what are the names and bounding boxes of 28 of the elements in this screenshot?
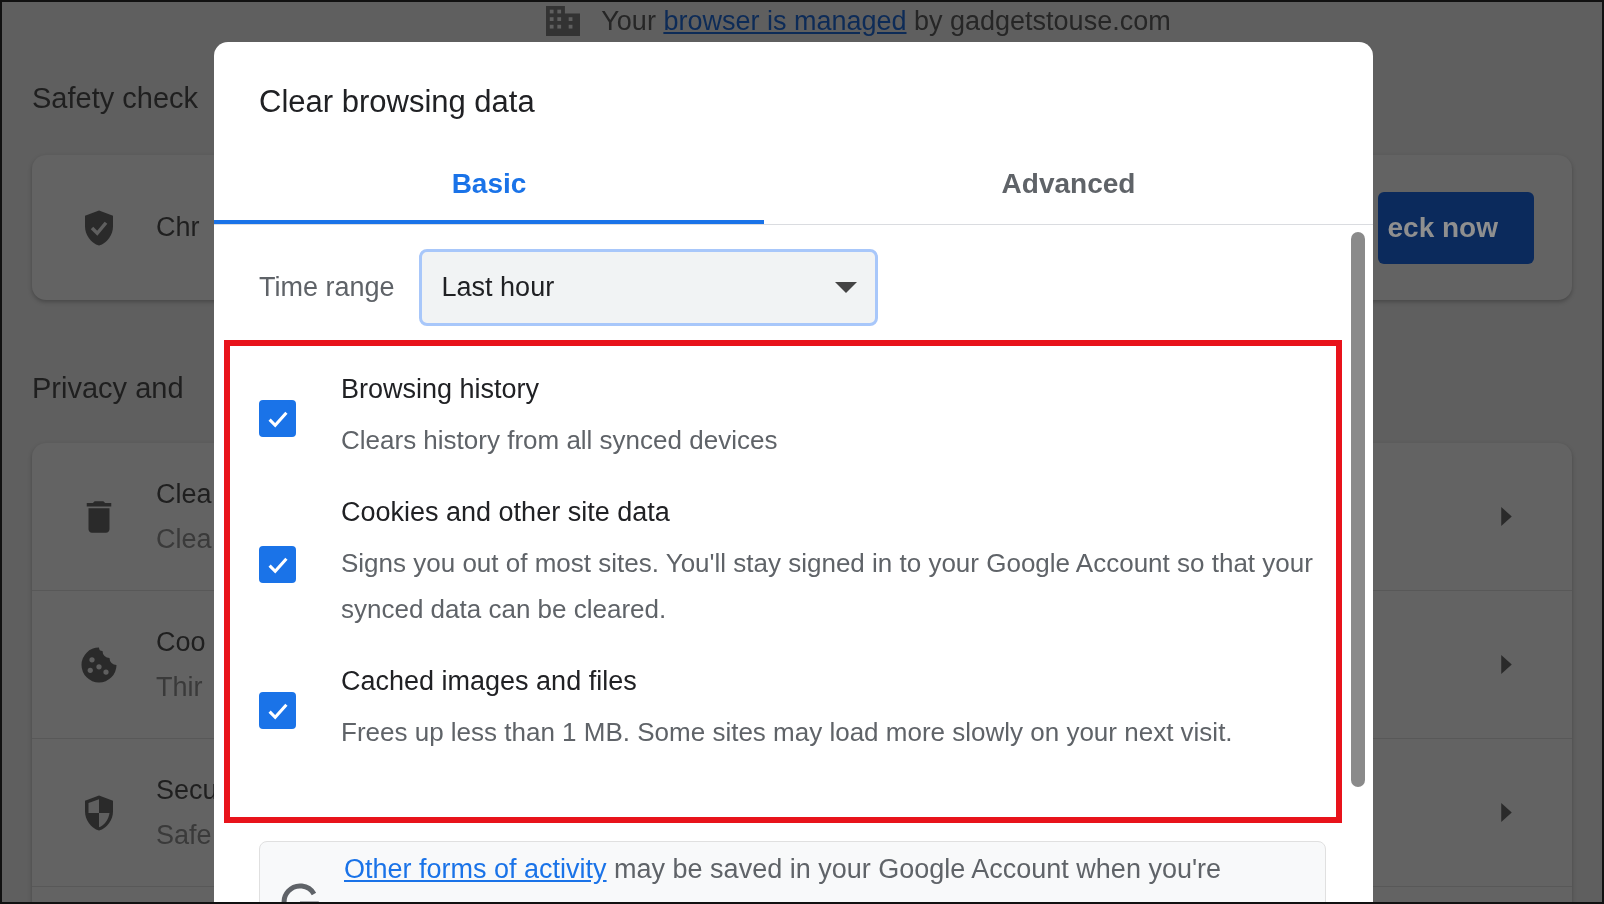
check-now-button[interactable]: eck now <box>1377 191 1534 264</box>
row-title: Chr <box>156 212 200 243</box>
notice-text: Other forms of activity may be saved in your Google Account when you're <box>344 854 1222 885</box>
option-description: Signs you out of most sites. You'll stay signed in to your Google Account so that your synced data can be cleared. <box>341 547 1314 626</box>
section-heading: Privacy and <box>32 372 184 405</box>
tab[interactable]: Basic <box>214 148 764 224</box>
caret-icon <box>834 282 857 293</box>
option-title: Cached images and files <box>341 666 638 697</box>
tab[interactable]: Advanced <box>764 148 1373 224</box>
option-description: Clears history from all synced devices <box>341 424 778 457</box>
row-title: Clea <box>156 478 212 510</box>
arrow-right-icon[interactable] <box>1501 655 1512 674</box>
option-title: Browsing history <box>341 374 541 405</box>
option-title: Cookies and other site data <box>341 497 671 528</box>
managed-notice: Your browser is managed by gadgetstouse.com <box>601 5 1171 37</box>
checkbox[interactable] <box>259 692 296 729</box>
scrollbar[interactable] <box>1351 232 1365 787</box>
section-heading: Safety check <box>32 82 199 115</box>
checkbox[interactable] <box>259 400 296 437</box>
row-title: Coo <box>156 626 206 658</box>
arrow-right-icon[interactable] <box>1501 803 1512 822</box>
time-range-label: Time range <box>259 272 395 303</box>
checkbox[interactable] <box>259 546 296 583</box>
time-range-dropdown[interactable]: Last hour <box>418 249 878 326</box>
arrow-right-icon[interactable] <box>1501 507 1512 526</box>
activity-link[interactable]: Other forms of activity <box>344 854 607 884</box>
option-description: Frees up less than 1 MB. Some sites may load more slowly on your next visit. <box>341 716 1233 749</box>
dialog-title: Clear browsing data <box>258 83 536 120</box>
